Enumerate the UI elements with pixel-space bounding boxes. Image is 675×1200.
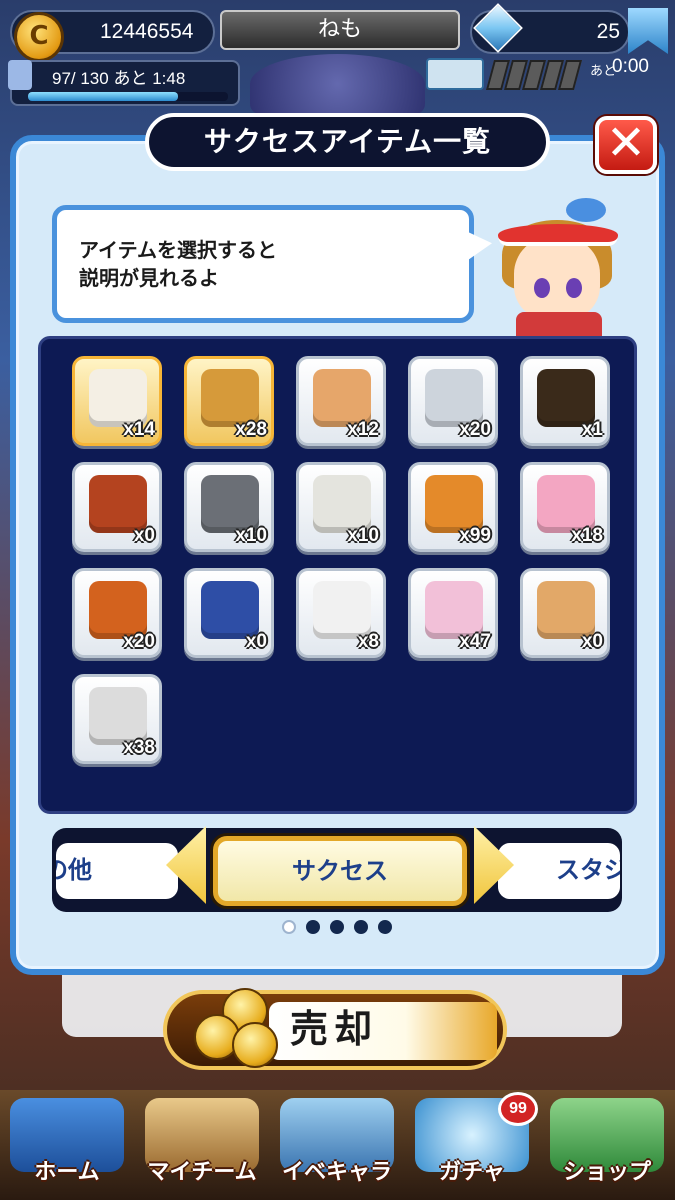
item-count: x28 bbox=[235, 419, 267, 440]
item-slot[interactable]: x8 bbox=[296, 568, 386, 658]
coin-icon: C bbox=[14, 12, 64, 62]
item-slot[interactable]: x20 bbox=[408, 356, 498, 446]
item-count: x0 bbox=[133, 525, 155, 546]
event-timer: 0:00 bbox=[612, 56, 649, 77]
item-slot[interactable]: x0 bbox=[520, 568, 610, 658]
rank-emblem bbox=[250, 54, 425, 114]
item-slot[interactable]: x12 bbox=[296, 356, 386, 446]
nav-my-team[interactable]: マイチーム bbox=[135, 1098, 269, 1198]
item-slot[interactable]: x10 bbox=[296, 462, 386, 552]
stamina-icon bbox=[8, 60, 32, 90]
item-count: x10 bbox=[347, 525, 379, 546]
stamina-bar bbox=[28, 92, 228, 101]
event-gauge bbox=[485, 60, 586, 92]
nav-label: イベキャラ bbox=[281, 1160, 392, 1185]
bookmark-icon[interactable] bbox=[628, 8, 668, 54]
item-slot[interactable]: x14 bbox=[72, 356, 162, 446]
category-current[interactable]: サクセス bbox=[213, 836, 467, 906]
stamina-text: 97/ 130 あと 1:48 bbox=[52, 64, 185, 89]
nav-label: ガチャ bbox=[439, 1160, 505, 1185]
nav-label: マイチーム bbox=[147, 1160, 257, 1185]
item-count: x47 bbox=[459, 631, 491, 652]
hint-bubble: アイテムを選択すると 説明が見れるよ bbox=[52, 205, 474, 323]
item-slot[interactable]: x99 bbox=[408, 462, 498, 552]
item-count: x8 bbox=[357, 631, 379, 652]
item-count: x18 bbox=[571, 525, 603, 546]
item-slot[interactable]: x0 bbox=[184, 568, 274, 658]
item-slot[interactable]: x28 bbox=[184, 356, 274, 446]
item-count: x10 bbox=[235, 525, 267, 546]
visor-icon bbox=[498, 224, 618, 246]
category-prev[interactable]: の他 bbox=[56, 843, 178, 899]
nav-label: ホーム bbox=[34, 1160, 100, 1185]
stamina-recover: あと 1:48 bbox=[113, 69, 186, 88]
player-name[interactable]: ねも bbox=[220, 10, 460, 50]
nav-label: ショップ bbox=[562, 1160, 651, 1185]
item-count: x99 bbox=[459, 525, 491, 546]
gem-value: 25 bbox=[596, 20, 620, 43]
gacha-badge: 99 bbox=[498, 1092, 538, 1126]
item-count: x0 bbox=[245, 631, 267, 652]
item-slot[interactable]: x0 bbox=[72, 462, 162, 552]
item-count: x20 bbox=[459, 419, 491, 440]
close-button[interactable]: ✕ bbox=[595, 116, 657, 174]
page-dot bbox=[354, 920, 368, 934]
ribbon-icon bbox=[566, 198, 606, 222]
nav-event-characters[interactable]: イベキャラ bbox=[270, 1098, 404, 1198]
item-count: x1 bbox=[581, 419, 603, 440]
nav-shop[interactable]: ショップ bbox=[540, 1098, 674, 1198]
category-next[interactable]: スタジ bbox=[498, 843, 620, 899]
item-slot[interactable]: x1 bbox=[520, 356, 610, 446]
page-dot bbox=[282, 920, 296, 934]
page-dot bbox=[330, 920, 344, 934]
hint-line-2: 説明が見れるよ bbox=[79, 266, 219, 290]
item-count: x20 bbox=[123, 631, 155, 652]
item-count: x0 bbox=[581, 631, 603, 652]
item-count: x38 bbox=[123, 737, 155, 758]
page-dot bbox=[306, 920, 320, 934]
item-slot[interactable]: x38 bbox=[72, 674, 162, 764]
item-count: x12 bbox=[347, 419, 379, 440]
sell-button-label: 売却 bbox=[290, 1007, 379, 1051]
item-slot[interactable]: x47 bbox=[408, 568, 498, 658]
page-dot bbox=[378, 920, 392, 934]
stamina-value: 97/ 130 bbox=[52, 69, 109, 88]
top-status-bar: C 12446554 ねも 25 97/ 130 あと 1:48 あと 0:00 bbox=[0, 0, 675, 114]
ticket-icon bbox=[426, 58, 484, 90]
modal-title: サクセスアイテム一覧 bbox=[145, 113, 550, 171]
item-count: x14 bbox=[123, 419, 155, 440]
coin-value: 12446554 bbox=[100, 20, 194, 43]
item-slot[interactable]: x20 bbox=[72, 568, 162, 658]
stamina-fill bbox=[28, 92, 178, 101]
nav-home[interactable]: ホーム bbox=[0, 1098, 134, 1198]
coins-icon bbox=[192, 984, 282, 1070]
item-slot[interactable]: x18 bbox=[520, 462, 610, 552]
guide-character bbox=[488, 196, 638, 336]
item-slot[interactable]: x10 bbox=[184, 462, 274, 552]
hint-line-1: アイテムを選択すると bbox=[79, 238, 277, 262]
